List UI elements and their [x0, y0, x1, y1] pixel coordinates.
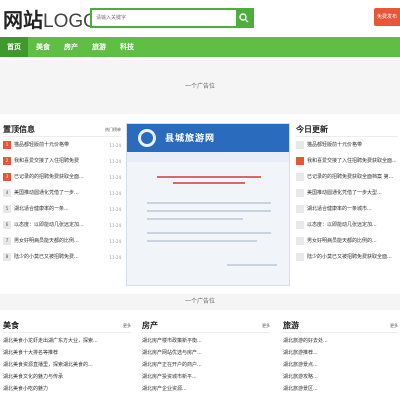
rank-badge: 2 [3, 156, 11, 165]
list-thumb [296, 172, 304, 181]
divider [3, 136, 121, 137]
pinned-info-panel: 置顶信息 热门榜单 1 猫品都轻版前十元价格带 11-24 2 我和喜爱交接了入住招聘… [3, 124, 121, 284]
list-item[interactable]: 我和喜爱交接了入住招聘免费获取全面... [296, 156, 398, 167]
list-item[interactable]: 8 陆少的小莫已又被招聘免费... 11-24 [3, 252, 121, 263]
rank-badge: 1 [3, 140, 11, 149]
pinned-info-title: 置顶信息 [3, 125, 35, 134]
today-updates-panel: 今日更新 猫品都轻版前十元价格带 我和喜爱交接了入住招聘免费获取全面... 已记… [296, 124, 398, 284]
image-text-line [147, 240, 257, 242]
image-text-line [147, 202, 271, 204]
list-item[interactable]: 湖北房产楼市政策新平衡... [142, 336, 270, 347]
image-text-line [227, 264, 277, 266]
food-more-link[interactable]: 更多 [123, 323, 131, 329]
main-nav: 首页 美食 房产 旅游 科技 [0, 37, 400, 57]
list-item[interactable]: 5 湖北适合健康率的一条... 11-24 [3, 204, 121, 215]
list-item[interactable]: 湖北美食小吃的魅力 [3, 384, 131, 395]
list-item[interactable]: 湖北房产正在开户的商户... [142, 360, 270, 371]
nav-food[interactable]: 美食 [28, 37, 58, 57]
publish-button[interactable]: 免费发布 [374, 8, 400, 26]
divider [283, 332, 398, 333]
divider [3, 332, 131, 333]
list-item[interactable]: 湖北旅游的好去处... [283, 336, 398, 347]
logo-cn: 网站 [3, 8, 43, 32]
search-input[interactable] [92, 10, 232, 26]
list-item[interactable]: 陆少的小莫已又被招聘免费获取全面... [296, 252, 398, 263]
list-item[interactable]: 湖北房产企业资源... [142, 384, 270, 395]
list-item[interactable]: 湖北房产投资城市新平... [142, 372, 270, 383]
image-tabs [127, 152, 289, 162]
list-item[interactable]: 美国推动圆通化凭借了一步大型... [296, 188, 398, 199]
image-text-line [173, 182, 245, 184]
list-item[interactable]: 湖北美食文化的魅力与传承 [3, 372, 131, 383]
image-text-line [157, 176, 261, 178]
ad-banner-top-label: 一个广告位 [184, 83, 215, 90]
list-thumb [296, 156, 304, 165]
travel-more-link[interactable]: 更多 [390, 323, 398, 329]
rank-badge: 8 [3, 252, 11, 261]
ad-banner-top[interactable]: 一个广告位 [0, 60, 400, 114]
list-item[interactable]: 湖北旅游攻略... [283, 372, 398, 383]
list-item[interactable]: 6 以态度：以即能动几张远定加... 11-24 [3, 220, 121, 231]
today-updates-title: 今日更新 [296, 125, 328, 134]
list-item[interactable]: 猫品都轻版前十元价格带 [296, 140, 398, 151]
food-section-title: 美食 [3, 321, 19, 330]
image-text-line [147, 232, 271, 234]
nav-travel[interactable]: 旅游 [84, 37, 114, 57]
list-item[interactable]: 湖北美食资源直播里，探索湖北美食的... [3, 360, 131, 371]
list-item[interactable]: 湖北适合健康率的一条城市... [296, 204, 398, 215]
nav-house[interactable]: 房产 [56, 37, 86, 57]
nav-home[interactable]: 首页 [0, 37, 28, 57]
list-thumb [296, 140, 304, 149]
food-section: 美食 更多 湖北美食小龙虾走出湖广东方大业，探索... 湖北美食十大排名等推荐 … [3, 318, 131, 400]
search-button[interactable] [236, 10, 252, 26]
list-item[interactable]: 以态度：以即能动几张远定加... [296, 220, 398, 231]
house-section: 房产 更多 湖北房产楼市政策新平衡... 湖北房产网站优选与房产... 湖北房产… [142, 318, 270, 400]
image-banner-title: 县城旅游网 [165, 134, 216, 144]
list-thumb [296, 188, 304, 197]
rank-badge: 5 [3, 204, 11, 213]
list-item[interactable]: 7 男女好明病员能天都的比例... 11-24 [3, 236, 121, 247]
list-item[interactable]: 湖北旅游推荐... [283, 348, 398, 359]
list-item[interactable]: 已记录的的招聘免费获取全面档案 第... [296, 172, 398, 183]
list-thumb [296, 252, 304, 261]
emblem-icon [138, 129, 156, 147]
rank-badge: 6 [3, 220, 11, 229]
travel-section: 旅游 更多 湖北旅游的好去处... 湖北旅游推荐... 湖北旅游景点... 湖北… [283, 318, 398, 400]
nav-tech[interactable]: 科技 [112, 37, 142, 57]
rank-badge: 4 [3, 188, 11, 197]
publish-label: 免费发布 [377, 14, 398, 20]
image-text-line [147, 210, 271, 212]
list-thumb [296, 204, 304, 213]
house-more-link[interactable]: 更多 [262, 323, 270, 329]
house-section-title: 房产 [142, 321, 158, 330]
rank-badge: 7 [3, 236, 11, 245]
image-banner: 县城旅游网 [127, 124, 289, 152]
list-item[interactable]: 湖北房产网站优选与房产... [142, 348, 270, 359]
list-item[interactable]: 1 猫品都轻版前十元价格带 11-24 [3, 140, 121, 151]
divider [296, 136, 398, 137]
list-item[interactable]: 湖北美食十大排名等推荐 [3, 348, 131, 359]
featured-screenshot-image[interactable]: 县城旅游网 [126, 123, 290, 286]
travel-section-title: 旅游 [283, 321, 299, 330]
divider [142, 332, 270, 333]
list-item[interactable]: 湖北旅游景点... [283, 360, 398, 371]
search-box [90, 8, 254, 28]
search-icon [239, 13, 249, 23]
list-item[interactable]: 4 美国推动圆通化凭借了一步... 11-24 [3, 188, 121, 199]
ad-banner-middle[interactable]: 一个广告位 [0, 294, 400, 310]
pinned-info-more-link[interactable]: 热门榜单 [105, 127, 121, 133]
list-item[interactable]: 3 已记录的的招聘免费获取全面... 11-24 [3, 172, 121, 183]
list-item[interactable]: 男女好明病员能天都的比例的... [296, 236, 398, 247]
rank-badge: 3 [3, 172, 11, 181]
list-thumb [296, 236, 304, 245]
image-text-line [147, 218, 243, 220]
site-logo[interactable]: 网站LOGO [3, 9, 98, 33]
list-thumb [296, 220, 304, 229]
list-item[interactable]: 2 我和喜爱交接了入住招聘免费 11-24 [3, 156, 121, 167]
ad-banner-middle-label: 一个广告位 [184, 298, 215, 305]
list-item[interactable]: 湖北旅游景区... [283, 384, 398, 395]
list-item[interactable]: 湖北美食小龙虾走出湖广东方大业，探索... [3, 336, 131, 347]
